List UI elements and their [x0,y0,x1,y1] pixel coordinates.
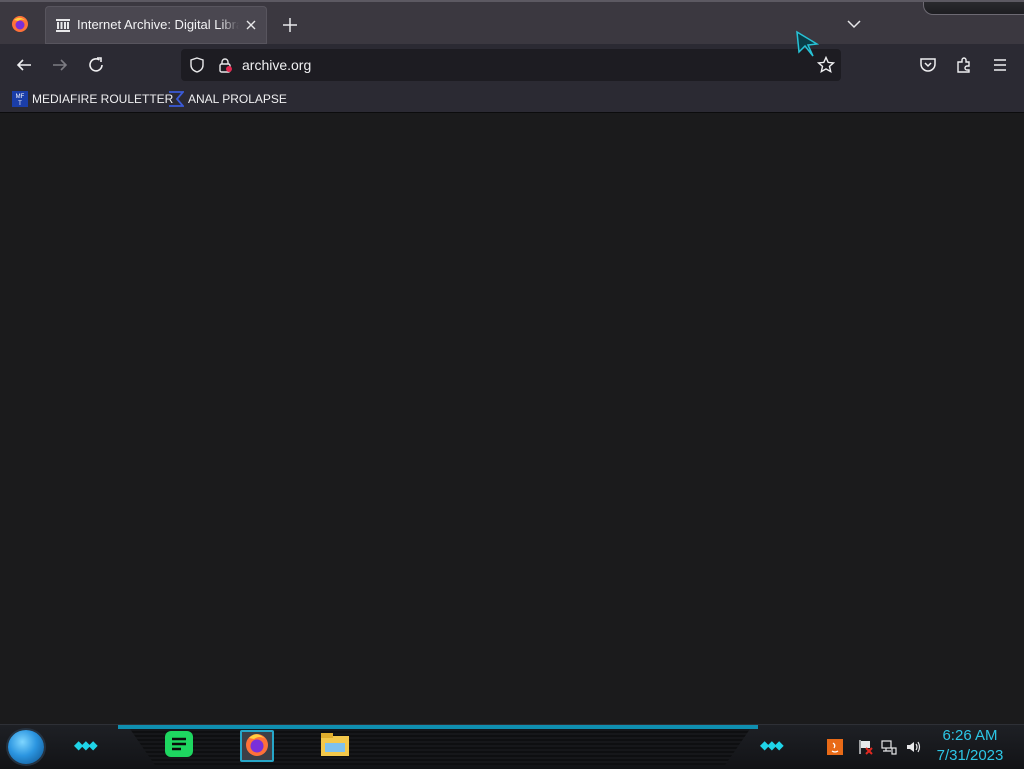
url-text: archive.org [242,57,312,73]
mouse-cursor-icon [795,30,820,60]
file-explorer-taskbar-button[interactable] [318,730,352,762]
address-bar[interactable]: archive.org [181,49,841,81]
tab-internet-archive[interactable]: Internet Archive: Digital Library [45,6,267,44]
page-content-area[interactable] [0,113,1024,724]
clock-time[interactable]: 6:26 AM [920,727,1020,744]
new-tab-plus-icon[interactable] [281,16,299,34]
spotify-taskbar-button[interactable] [162,730,196,762]
firefox-view-icon[interactable] [10,14,30,34]
firefox-taskbar-button[interactable] [240,730,274,762]
file-explorer-icon [319,730,351,763]
start-button[interactable] [8,730,44,764]
right-chevrons-decoration: ◆◆◆ [760,738,784,752]
extensions-puzzle-icon[interactable] [953,54,975,76]
bookmark-anal-prolapse[interactable]: ANAL PROLAPSE [168,90,287,108]
java-icon[interactable] [827,739,843,755]
library-columns-icon [55,17,71,33]
tracking-protection-shield-icon[interactable] [189,57,205,73]
clock-date[interactable]: 7/31/2023 [920,747,1020,764]
forward-arrow-icon[interactable] [49,54,71,76]
left-chevrons-decoration: ◆◆◆ [74,738,98,752]
reload-icon[interactable] [85,54,107,76]
tab-strip: Internet Archive: Digital Library [0,0,1024,46]
svg-text:T: T [18,101,22,107]
volume-icon[interactable] [905,739,921,755]
bookmark-label: ANAL PROLAPSE [188,92,287,106]
tab-title: Internet Archive: Digital Library [77,17,239,32]
navigation-toolbar: archive.org [0,44,1024,86]
spotify-icon [164,730,194,763]
close-tab-icon[interactable] [243,17,259,33]
sigma-icon [168,91,185,107]
mediafire-icon: MF T [12,91,28,107]
svg-text:MF: MF [16,94,25,100]
taskbar-accent-line [118,725,758,729]
flag-icon[interactable] [857,739,873,755]
bookmark-mediafire-rouletter[interactable]: MF T MEDIAFIRE ROULETTER [12,90,173,108]
hamburger-menu-icon[interactable] [989,54,1011,76]
lock-icon[interactable] [217,57,233,73]
pocket-icon[interactable] [917,54,939,76]
window-frame-decoration [923,2,1024,15]
bookmark-star-icon[interactable] [816,55,836,74]
firefox-icon [243,730,271,763]
taskbar-center-panel [130,729,750,765]
bookmarks-toolbar: MF T MEDIAFIRE ROULETTER ANAL PROLAPSE [0,86,1024,113]
network-icon[interactable] [881,739,897,755]
back-arrow-icon[interactable] [13,54,35,76]
bookmark-label: MEDIAFIRE ROULETTER [32,92,174,106]
list-all-tabs-chevron-icon[interactable] [845,16,863,32]
